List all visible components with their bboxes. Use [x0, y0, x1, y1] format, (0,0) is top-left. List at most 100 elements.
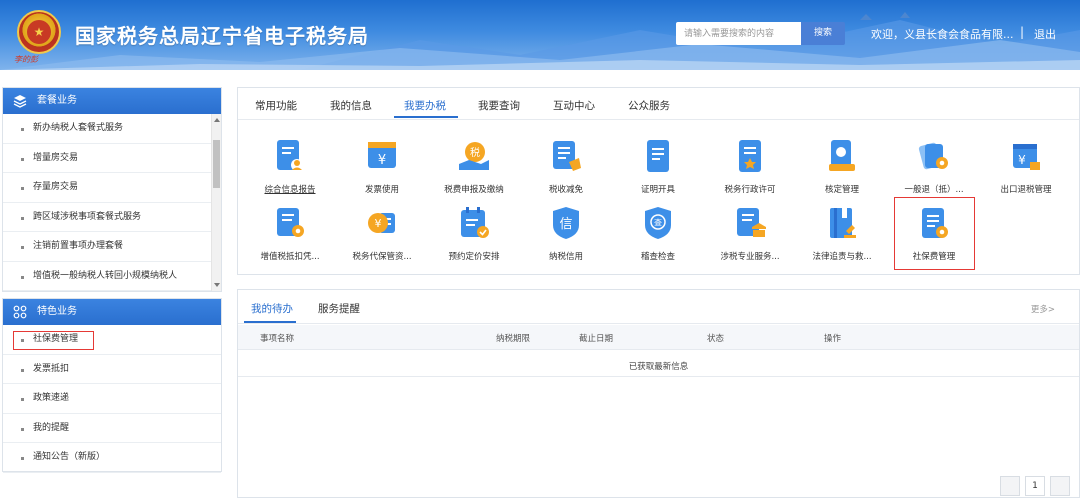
certificate-icon: [647, 140, 669, 172]
package-services-list: 新办纳税人套餐式服务 增量房交易 存量房交易 跨区域涉税事项套餐式服务 注销前置…: [3, 114, 221, 291]
credit-icon: 信: [553, 207, 579, 239]
package-services-panel: 套餐业务 新办纳税人套餐式服务 增量房交易 存量房交易 跨区域涉税事项套餐式服务…: [2, 87, 222, 292]
service-legal[interactable]: 法律追责与救...: [800, 205, 884, 262]
service-custody[interactable]: ¥ 税务代保管资...: [340, 205, 424, 262]
highlight-box-service: [894, 197, 975, 270]
service-label: 税务代保管资...: [352, 252, 412, 262]
legal-icon: [830, 208, 856, 238]
search-input[interactable]: [676, 22, 801, 45]
service-label: 税费申报及缴纳: [444, 185, 504, 195]
welcome-user[interactable]: 欢迎，义县长食会食品有限...: [871, 26, 1014, 42]
assessment-icon: [829, 140, 855, 171]
site-title: 国家税务总局辽宁省电子税务局: [75, 24, 369, 48]
column-header-action: 操作: [824, 334, 842, 344]
sidebar-item-invoice-deduction[interactable]: 发票抵扣: [3, 355, 221, 384]
report-icon: [277, 140, 303, 171]
sidebar-scrollbar[interactable]: [211, 114, 221, 291]
service-general-refund[interactable]: 一般退（抵）...: [892, 138, 976, 195]
logout-link[interactable]: 退出: [1034, 26, 1056, 42]
pager-prev-button[interactable]: [1000, 476, 1020, 496]
svg-text:税: 税: [470, 146, 480, 159]
pager-page-button[interactable]: 1: [1025, 476, 1045, 496]
service-label: 发票使用: [364, 185, 399, 195]
sidebar-item-deregistration[interactable]: 注销前置事项办理套餐: [3, 232, 221, 262]
sidebar-item-my-reminders[interactable]: 我的提醒: [3, 414, 221, 443]
special-services-title: 特色业务: [37, 306, 77, 317]
service-tax-credit[interactable]: 信 纳税信用: [524, 205, 608, 262]
service-invoice-use[interactable]: ¥ 发票使用: [340, 138, 424, 195]
layers-icon: [13, 95, 27, 108]
search-button[interactable]: 搜索: [801, 22, 845, 45]
more-link[interactable]: 更多>: [1031, 303, 1055, 315]
active-task-tab-indicator: [244, 321, 296, 323]
tab-do-tax[interactable]: 我要办税: [404, 98, 446, 113]
svg-text:¥: ¥: [375, 217, 382, 230]
svg-text:¥: ¥: [378, 153, 386, 168]
service-label: 法律追责与救...: [812, 252, 872, 262]
service-label: 增值税抵扣凭...: [260, 252, 320, 262]
service-assessment[interactable]: 核定管理: [800, 138, 884, 195]
service-admin-license[interactable]: 税务行政许可: [708, 138, 792, 195]
svg-text:¥: ¥: [1018, 153, 1026, 167]
sidebar-item-vat-convert[interactable]: 增值税一般纳税人转回小规模纳税人: [3, 262, 221, 291]
professional-service-icon: [737, 208, 766, 237]
column-header-status: 状态: [707, 334, 725, 344]
scroll-down-arrow-icon[interactable]: [214, 283, 220, 287]
service-label: 稽查检查: [640, 252, 675, 262]
vat-deduction-icon: [277, 208, 304, 237]
svg-text:查: 查: [654, 218, 662, 228]
package-services-header[interactable]: 套餐业务: [3, 88, 221, 114]
special-services-panel: 特色业务 社保费管理 发票抵扣 政策速递 我的提醒 通知公告（新版）: [2, 298, 222, 473]
service-label: 出口退税管理: [1000, 185, 1052, 195]
sidebar-item-existing-house[interactable]: 存量房交易: [3, 173, 221, 203]
svg-text:信: 信: [559, 217, 572, 232]
service-tax-filing[interactable]: 税 税费申报及缴纳: [432, 138, 516, 195]
scroll-up-arrow-icon[interactable]: [214, 118, 220, 122]
service-label: 纳税信用: [548, 252, 583, 262]
tab-public[interactable]: 公众服务: [628, 98, 670, 113]
service-certificate[interactable]: 证明开具: [616, 138, 700, 195]
service-tax-reduction[interactable]: 税收减免: [524, 138, 608, 195]
sidebar-item-policy-express[interactable]: 政策速递: [3, 384, 221, 414]
main-tabs: 常用功能 我的信息 我要办税 我要查询 互动中心 公众服务: [238, 88, 1079, 120]
grid-icon: [13, 305, 27, 319]
tasks-tabs: 我的待办 服务提醒 更多>: [238, 290, 1079, 324]
tab-my-info[interactable]: 我的信息: [330, 98, 372, 113]
scroll-thumb[interactable]: [213, 140, 220, 188]
service-comprehensive-report[interactable]: 综合信息报告: [248, 138, 332, 195]
service-label: 涉税专业服务...: [720, 252, 780, 262]
service-inspection[interactable]: 查 稽查检查: [616, 205, 700, 262]
tab-interaction[interactable]: 互动中心: [553, 98, 595, 113]
highlight-box-sidebar: [13, 331, 94, 350]
header-separator: |: [1020, 25, 1025, 39]
column-header-item: 事项名称: [260, 334, 295, 344]
divider: [238, 376, 1079, 377]
tax-payment-icon: 税: [459, 142, 489, 170]
tasks-card: 我的待办 服务提醒 更多> 事项名称 纳税期限 截止日期 状态 操作 已获取最新…: [237, 289, 1080, 498]
service-professional[interactable]: 涉税专业服务...: [708, 205, 792, 262]
empty-state-message: 已获取最新信息: [628, 362, 689, 372]
sidebar-item-cross-region[interactable]: 跨区域涉税事项套餐式服务: [3, 203, 221, 232]
header-banner: ★ 李的彭 国家税务总局辽宁省电子税务局 搜索 欢迎，义县长食会食品有限... …: [0, 0, 1080, 70]
service-label: 税收减免: [548, 185, 583, 195]
tab-query[interactable]: 我要查询: [478, 98, 520, 113]
tasks-table-header: 事项名称 纳税期限 截止日期 状态 操作: [238, 325, 1079, 350]
service-label: 税务行政许可: [724, 185, 776, 195]
tax-emblem-icon: ★: [17, 10, 61, 54]
sidebar-item-announcements[interactable]: 通知公告（新版）: [3, 443, 221, 473]
sidebar-item-new-taxpayer[interactable]: 新办纳税人套餐式服务: [3, 114, 221, 144]
active-tab-indicator: [394, 116, 458, 118]
custody-icon: ¥: [368, 213, 395, 233]
tab-my-todo[interactable]: 我的待办: [251, 301, 293, 316]
sidebar-item-incremental-house[interactable]: 增量房交易: [3, 144, 221, 173]
service-pricing[interactable]: 预约定价安排: [432, 205, 516, 262]
service-export-refund[interactable]: ¥ 出口退税管理: [984, 138, 1068, 195]
pager-next-button[interactable]: [1050, 476, 1070, 496]
service-label: 预约定价安排: [448, 252, 500, 262]
special-services-header[interactable]: 特色业务: [3, 299, 221, 325]
tab-service-reminder[interactable]: 服务提醒: [318, 301, 360, 316]
service-vat-deduction[interactable]: 增值税抵扣凭...: [248, 205, 332, 262]
export-refund-icon: ¥: [1013, 144, 1040, 170]
inspection-icon: 查: [645, 207, 671, 239]
tab-common[interactable]: 常用功能: [255, 98, 297, 113]
